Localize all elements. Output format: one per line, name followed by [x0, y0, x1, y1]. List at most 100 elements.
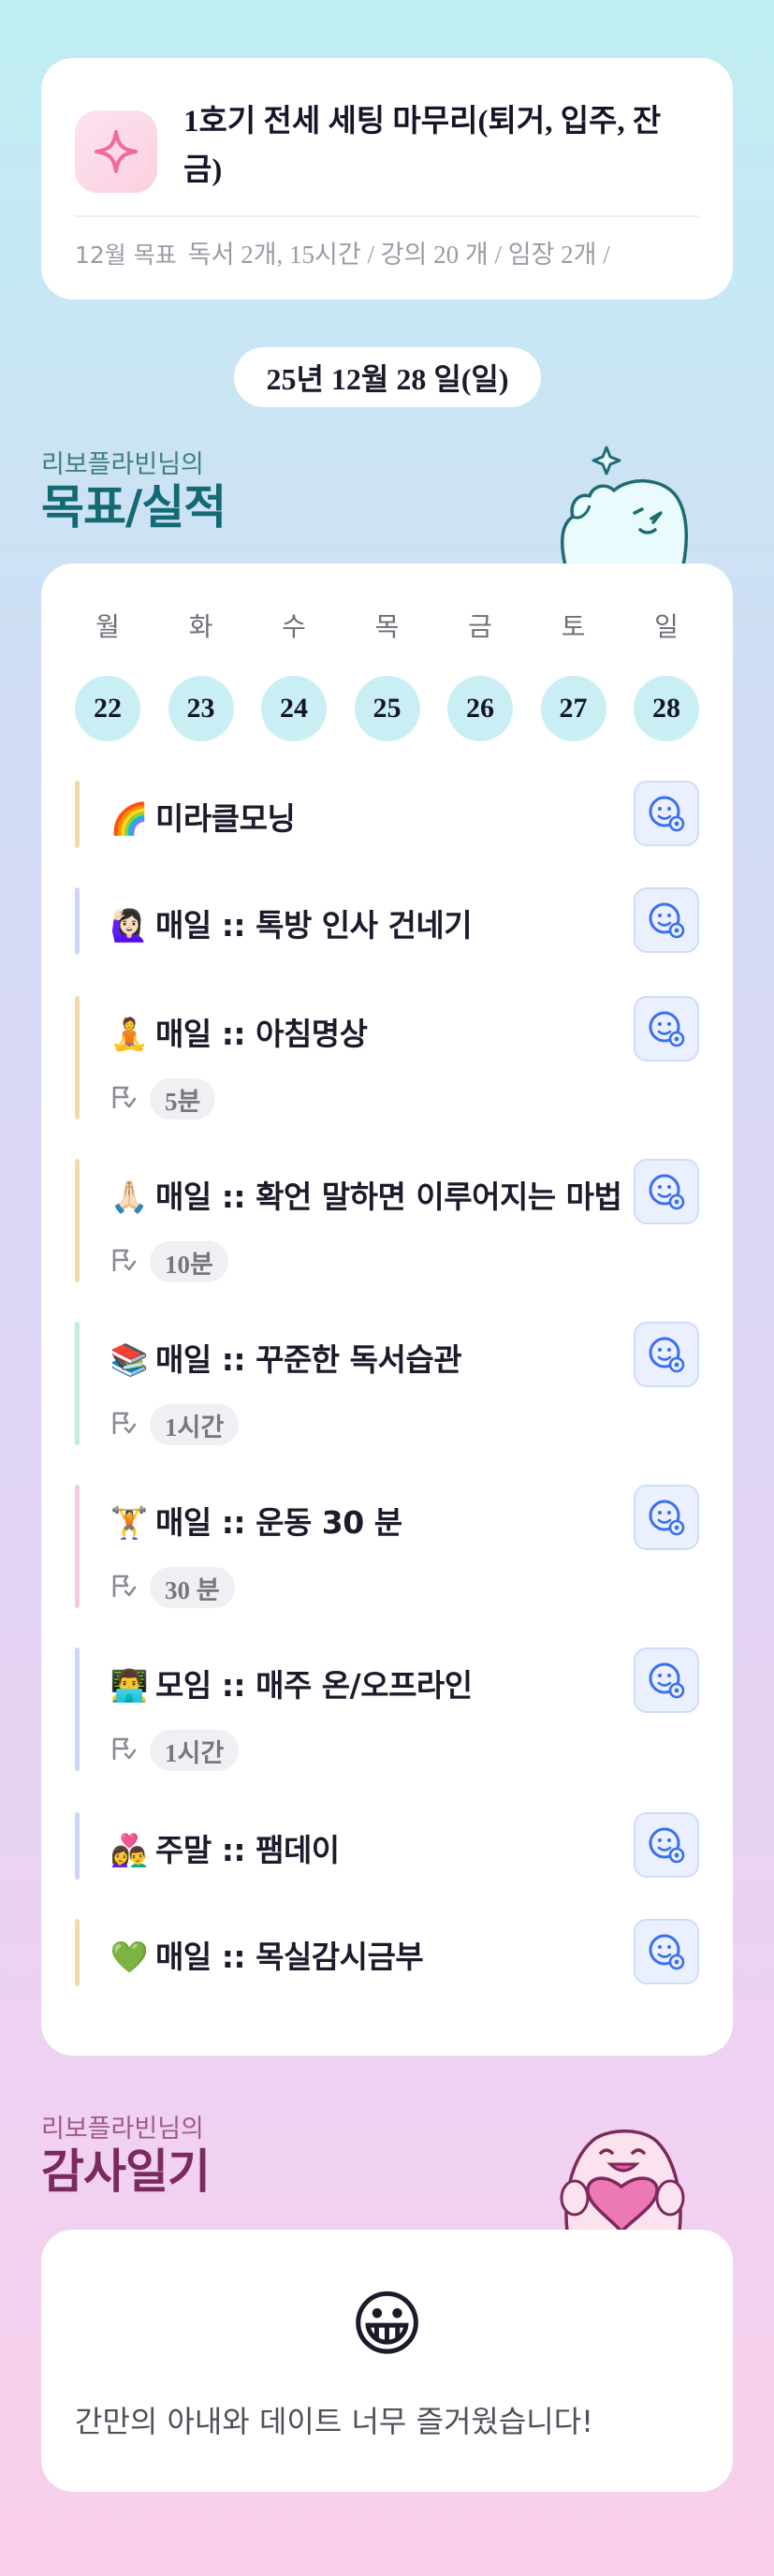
goal-item[interactable]: 🏋️ 매일 :: 운동 30 분 30 분 — [75, 1485, 699, 1608]
goal-emoji-icon: 📚 — [110, 1341, 149, 1378]
divider — [75, 215, 699, 217]
smile-check-icon — [649, 1174, 685, 1210]
flag-icon — [112, 1249, 137, 1271]
goal-emoji-icon: 🙏🏻 — [110, 1178, 149, 1215]
smile-check-icon — [649, 1662, 685, 1699]
goal-color-bar — [75, 1647, 80, 1771]
goal-item-title: 🧘 매일 :: 아침명상 — [109, 1009, 368, 1054]
duration-chip: 1시간 — [150, 1404, 240, 1445]
goal-color-bar — [75, 996, 80, 1120]
goal-item[interactable]: 📚 매일 :: 꾸준한 독서습관 1시간 — [75, 1322, 699, 1445]
goal-item[interactable]: 🧘 매일 :: 아침명상 5분 — [75, 996, 699, 1120]
day-column[interactable]: 월 22 — [75, 608, 140, 741]
day-column[interactable]: 수 24 — [261, 608, 327, 741]
day-name: 금 — [468, 611, 492, 642]
face-check-button[interactable] — [634, 1919, 699, 1984]
goal-emoji-icon: 🌈 — [110, 800, 149, 837]
goal-title: 1호기 전세 세팅 마무리(퇴거, 입주, 잔금) — [183, 105, 662, 187]
goal-emoji-icon: 🙋🏻‍♀️ — [110, 907, 149, 944]
goal-item-label: 매일 :: 아침명상 — [155, 1016, 368, 1052]
flag-icon — [109, 1082, 139, 1116]
smile-check-icon — [649, 1337, 685, 1373]
heart-mascot-icon — [560, 2130, 685, 2232]
smile-check-icon — [649, 796, 685, 832]
day-column[interactable]: 토 27 — [540, 608, 606, 741]
goal-item-title: 🙋🏻‍♀️ 매일 :: 톡방 인사 건네기 — [109, 900, 473, 945]
goal-item-label: 주말 :: 팸데이 — [155, 1832, 340, 1868]
goal-item-title: 🏋️ 매일 :: 운동 30 분 — [109, 1498, 402, 1543]
goal-item[interactable]: 🙋🏻‍♀️ 매일 :: 톡방 인사 건네기 — [75, 887, 699, 955]
day-column[interactable]: 화 23 — [168, 608, 234, 741]
goal-color-bar — [75, 887, 80, 955]
goal-duration-row: 1시간 — [109, 1404, 240, 1445]
goal-color-bar — [75, 781, 80, 848]
day-number[interactable]: 24 — [261, 676, 327, 741]
flag-icon — [109, 1734, 139, 1767]
face-check-button[interactable] — [634, 1812, 699, 1878]
day-name: 수 — [282, 611, 306, 642]
goals-card: 월 22 화 23 수 24 목 25 금 26 토 27 일 28 🌈 미라클모닝 🙋🏻‍♀️… — [41, 564, 733, 2056]
goal-emoji-icon: 🧘 — [110, 1016, 149, 1052]
goal-duration-row: 10분 — [109, 1241, 228, 1282]
face-check-button[interactable] — [634, 1322, 699, 1387]
flag-icon — [109, 1571, 139, 1604]
day-number[interactable]: 28 — [634, 676, 699, 741]
goals-section-title: 목표/실적 — [41, 480, 226, 534]
goal-emoji-icon: 💚 — [110, 1939, 149, 1975]
smile-check-icon — [649, 1011, 685, 1047]
flag-icon — [112, 1574, 137, 1597]
goal-color-bar — [75, 1812, 80, 1880]
goal-item-title: 👨‍💻 모임 :: 매주 온/오프라인 — [109, 1661, 473, 1705]
thanks-diary-card[interactable]: 😀 간만의 아내와 데이트 너무 즐거웠습니다! — [41, 2230, 733, 2492]
duration-chip: 1시간 — [150, 1730, 240, 1771]
goal-item-label: 매일 :: 목실감시금부 — [155, 1939, 424, 1975]
goal-color-bar — [75, 1159, 80, 1282]
goal-color-bar — [75, 1919, 80, 1986]
day-name: 토 — [561, 611, 586, 642]
flag-icon — [112, 1412, 137, 1434]
flag-icon — [109, 1408, 139, 1442]
goal-item-label: 매일 :: 확언 말하면 이루어지는 마법 — [155, 1178, 622, 1215]
flag-icon — [109, 1245, 139, 1279]
ghost-mascot-icon — [560, 446, 689, 565]
face-check-button[interactable] — [634, 1647, 699, 1713]
duration-chip: 5분 — [150, 1078, 216, 1120]
day-number[interactable]: 26 — [447, 676, 513, 741]
day-number[interactable]: 27 — [540, 676, 606, 741]
day-name: 일 — [654, 611, 679, 642]
day-column[interactable]: 목 25 — [354, 608, 420, 741]
day-number[interactable]: 23 — [168, 676, 234, 741]
monthly-goal-card[interactable]: 1호기 전세 세팅 마무리(퇴거, 입주, 잔금) 12월 목표 독서 2개, 1… — [41, 58, 733, 300]
day-name: 화 — [188, 611, 213, 642]
grinning-face-icon: 😀 — [349, 2282, 425, 2365]
goal-item[interactable]: 👨‍💻 모임 :: 매주 온/오프라인 1시간 — [75, 1647, 699, 1771]
monthly-goal-meta: 12월 목표 독서 2개, 15시간 / 강의 20 개 / 임장 2개 / — [75, 234, 699, 271]
goal-item[interactable]: 🌈 미라클모닝 — [75, 781, 699, 848]
face-check-button[interactable] — [634, 996, 699, 1061]
sparkle-icon — [75, 110, 157, 193]
goal-item-label: 매일 :: 운동 30 분 — [155, 1504, 402, 1541]
day-name: 월 — [95, 611, 120, 642]
flag-icon — [112, 1086, 137, 1108]
face-check-button[interactable] — [634, 781, 699, 846]
face-check-button[interactable] — [634, 887, 699, 953]
goal-emoji-icon: 👨‍💻 — [110, 1667, 149, 1704]
goal-item-label: 미라클모닝 — [155, 800, 296, 837]
day-number[interactable]: 25 — [354, 676, 420, 741]
face-check-button[interactable] — [634, 1485, 699, 1550]
day-column[interactable]: 금 26 — [447, 608, 513, 741]
goal-item-title: 🙏🏻 매일 :: 확언 말하면 이루어지는 마법 — [109, 1172, 622, 1217]
date-selector[interactable]: 25년 12월 28 일(일) — [234, 347, 541, 407]
goal-item[interactable]: 👩‍❤️‍👨 주말 :: 팸데이 — [75, 1812, 699, 1880]
goal-item[interactable]: 🙏🏻 매일 :: 확언 말하면 이루어지는 마법 10분 — [75, 1159, 699, 1282]
goal-item[interactable]: 💚 매일 :: 목실감시금부 — [75, 1919, 699, 1986]
goal-item-label: 매일 :: 톡방 인사 건네기 — [155, 907, 473, 944]
goal-color-bar — [75, 1485, 80, 1608]
smile-check-icon — [649, 1500, 685, 1536]
face-check-button[interactable] — [634, 1159, 699, 1224]
goal-item-label: 매일 :: 꾸준한 독서습관 — [155, 1341, 462, 1378]
duration-chip: 30 분 — [150, 1567, 235, 1608]
day-column[interactable]: 일 28 — [634, 608, 699, 741]
duration-chip: 10분 — [150, 1241, 228, 1282]
day-number[interactable]: 22 — [75, 676, 140, 741]
